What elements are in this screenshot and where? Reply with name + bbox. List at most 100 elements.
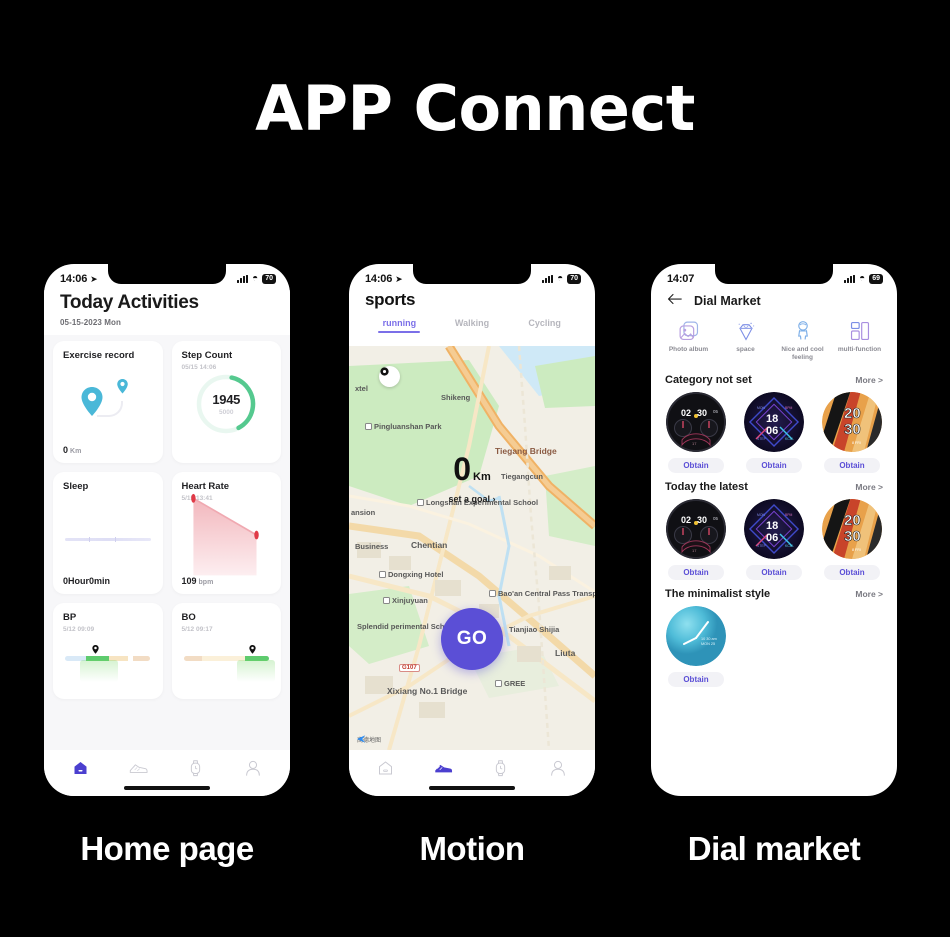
card-heart-rate[interactable]: Heart Rate 5/15 13:41 109 bpm <box>171 472 281 594</box>
map-view[interactable]: Shikeng Pingluanshan Park Tiegang Bridge Ti… <box>349 346 595 750</box>
section-title: Today the latest <box>665 481 748 494</box>
sleep-duration-value: 0Hour0min <box>63 576 111 586</box>
dial-item[interactable]: 02 30 05 17 Obtain <box>662 499 730 581</box>
status-time: 14:06 <box>60 273 88 285</box>
category-photo-album[interactable]: Photo album <box>661 320 716 362</box>
map-poi-icon <box>383 597 390 604</box>
sidebar-item-device[interactable] <box>179 755 213 781</box>
home-card-area: Exercise record 0 Km Step Count 05/15 14… <box>44 335 290 765</box>
category-label: Photo album <box>668 346 709 353</box>
card-sleep[interactable]: Sleep 0Hour0min <box>53 472 163 594</box>
card-exercise-record[interactable]: Exercise record 0 Km <box>53 341 163 463</box>
svg-text:8 FRI: 8 FRI <box>852 441 861 445</box>
recenter-button[interactable] <box>379 366 400 387</box>
svg-text:KCAL: KCAL <box>785 544 794 548</box>
phone-mockup-motion: 14:06 ➤ ◓ 70 sports running Walking Cycl… <box>349 264 595 796</box>
watch-icon <box>496 760 506 777</box>
section-header: Category not set More > <box>651 366 897 392</box>
dial-item[interactable]: 10 30 am MON 25 Obtain <box>662 606 730 688</box>
layout-grid-icon <box>850 321 869 341</box>
dial-item[interactable]: 02 30 05 17 Obtain <box>662 392 730 474</box>
dial-item[interactable]: 20 30 8 FRI Obtain <box>818 392 886 474</box>
sports-title: sports <box>365 290 416 309</box>
obtain-button[interactable]: Obtain <box>668 565 724 581</box>
home-icon <box>379 761 393 775</box>
astronaut-icon <box>797 321 808 340</box>
obtain-button[interactable]: Obtain <box>824 565 880 581</box>
svg-text:MON: MON <box>757 513 765 517</box>
bp-range-bar-icon <box>53 637 163 682</box>
category-space[interactable]: space <box>718 320 773 362</box>
category-nice-and-cool[interactable]: Nice and cool feeling <box>775 320 830 362</box>
svg-text:30: 30 <box>697 515 707 525</box>
category-multi-function[interactable]: multi-function <box>832 320 887 362</box>
status-bar: 14:07 ◓ 69 <box>651 264 897 290</box>
photo-album-icon <box>679 321 698 341</box>
watch-face-carbon: 02 30 05 17 <box>666 392 726 453</box>
tab-walking[interactable]: Walking <box>436 318 509 333</box>
sidebar-item-device[interactable] <box>484 755 518 781</box>
card-subtitle: 5/12 09:17 <box>181 626 213 633</box>
card-blood-pressure[interactable]: BP 5/12 09:09 <box>53 603 163 699</box>
card-title: Exercise record <box>63 350 135 361</box>
wifi-icon: ◓ <box>859 272 866 284</box>
go-button[interactable]: GO <box>441 608 503 670</box>
sidebar-item-sports[interactable] <box>121 755 155 781</box>
heart-rate-value: 109 <box>181 576 197 586</box>
arrow-left-icon[interactable] <box>667 292 682 310</box>
dial-item[interactable]: 18 06 MON BPM STEP KCAL Obtain <box>740 392 808 474</box>
home-date: 05-15-2023 Mon <box>60 318 121 327</box>
sidebar-item-home[interactable] <box>369 755 403 781</box>
set-goal-button[interactable]: set a goal › <box>448 494 495 504</box>
map-label: Xinjuyuan <box>383 596 428 605</box>
card-subtitle: 5/12 09:09 <box>63 626 95 633</box>
category-row: Photo album space Nice and cool feeling … <box>651 320 897 366</box>
obtain-button[interactable]: Obtain <box>746 458 802 474</box>
dial-item[interactable]: 18 06 MON BPM STEP KCAL Obtain <box>740 499 808 581</box>
section-more-link[interactable]: More > <box>855 375 883 385</box>
obtain-button[interactable]: Obtain <box>668 458 724 474</box>
svg-text:02: 02 <box>681 515 691 525</box>
watch-face-orange: 20 30 8 FRI <box>822 499 882 560</box>
svg-text:20: 20 <box>844 405 861 422</box>
obtain-button[interactable]: Obtain <box>746 565 802 581</box>
svg-text:17: 17 <box>692 548 697 553</box>
tab-running[interactable]: running <box>363 318 436 333</box>
watch-face-neon: 18 06 MON BPM STEP KCAL <box>744 392 804 453</box>
svg-text:STEP: STEP <box>757 544 767 548</box>
section-title: The minimalist style <box>665 588 771 601</box>
map-label: xtel <box>355 384 368 393</box>
shoe-icon <box>435 764 452 773</box>
tab-cycling[interactable]: Cycling <box>508 318 581 333</box>
map-label: Tianjiao Shijia <box>509 625 560 634</box>
distance-value: 0 <box>453 451 472 487</box>
card-step-count[interactable]: Step Count 05/15 14:06 1945 5000 <box>171 341 281 463</box>
section-more-link[interactable]: More > <box>855 589 883 599</box>
svg-text:30: 30 <box>844 421 861 438</box>
card-blood-oxygen[interactable]: BO 5/12 09:17 <box>171 603 281 699</box>
map-label: Tiegangcun <box>501 472 543 481</box>
svg-text:BPM: BPM <box>785 406 793 410</box>
step-count-value: 1945 <box>212 392 241 407</box>
set-goal-label: set a goal <box>448 494 490 504</box>
map-label: GREE <box>495 679 525 688</box>
obtain-button[interactable]: Obtain <box>668 672 724 688</box>
page-title: APP Connect <box>255 72 695 145</box>
svg-text:05: 05 <box>713 516 719 521</box>
section-more-link[interactable]: More > <box>855 482 883 492</box>
cellular-signal-icon <box>237 274 249 283</box>
svg-text:06: 06 <box>766 425 778 437</box>
status-time: 14:07 <box>667 273 695 285</box>
category-label: space <box>736 346 755 353</box>
step-count-goal: 5000 <box>219 409 234 416</box>
distance-unit: Km <box>473 471 491 483</box>
sidebar-item-sports[interactable] <box>426 755 460 781</box>
dial-item[interactable]: 20 30 8 FRI Obtain <box>818 499 886 581</box>
obtain-button[interactable]: Obtain <box>824 458 880 474</box>
card-title: Sleep <box>63 481 89 492</box>
phone-mockup-home: 14:06 ➤ ◓ 70 Today Activities 05-15-2023… <box>44 264 290 796</box>
sidebar-item-home[interactable] <box>64 755 98 781</box>
sidebar-item-profile[interactable] <box>541 755 575 781</box>
sidebar-item-profile[interactable] <box>236 755 270 781</box>
map-label: G107 <box>399 664 420 672</box>
